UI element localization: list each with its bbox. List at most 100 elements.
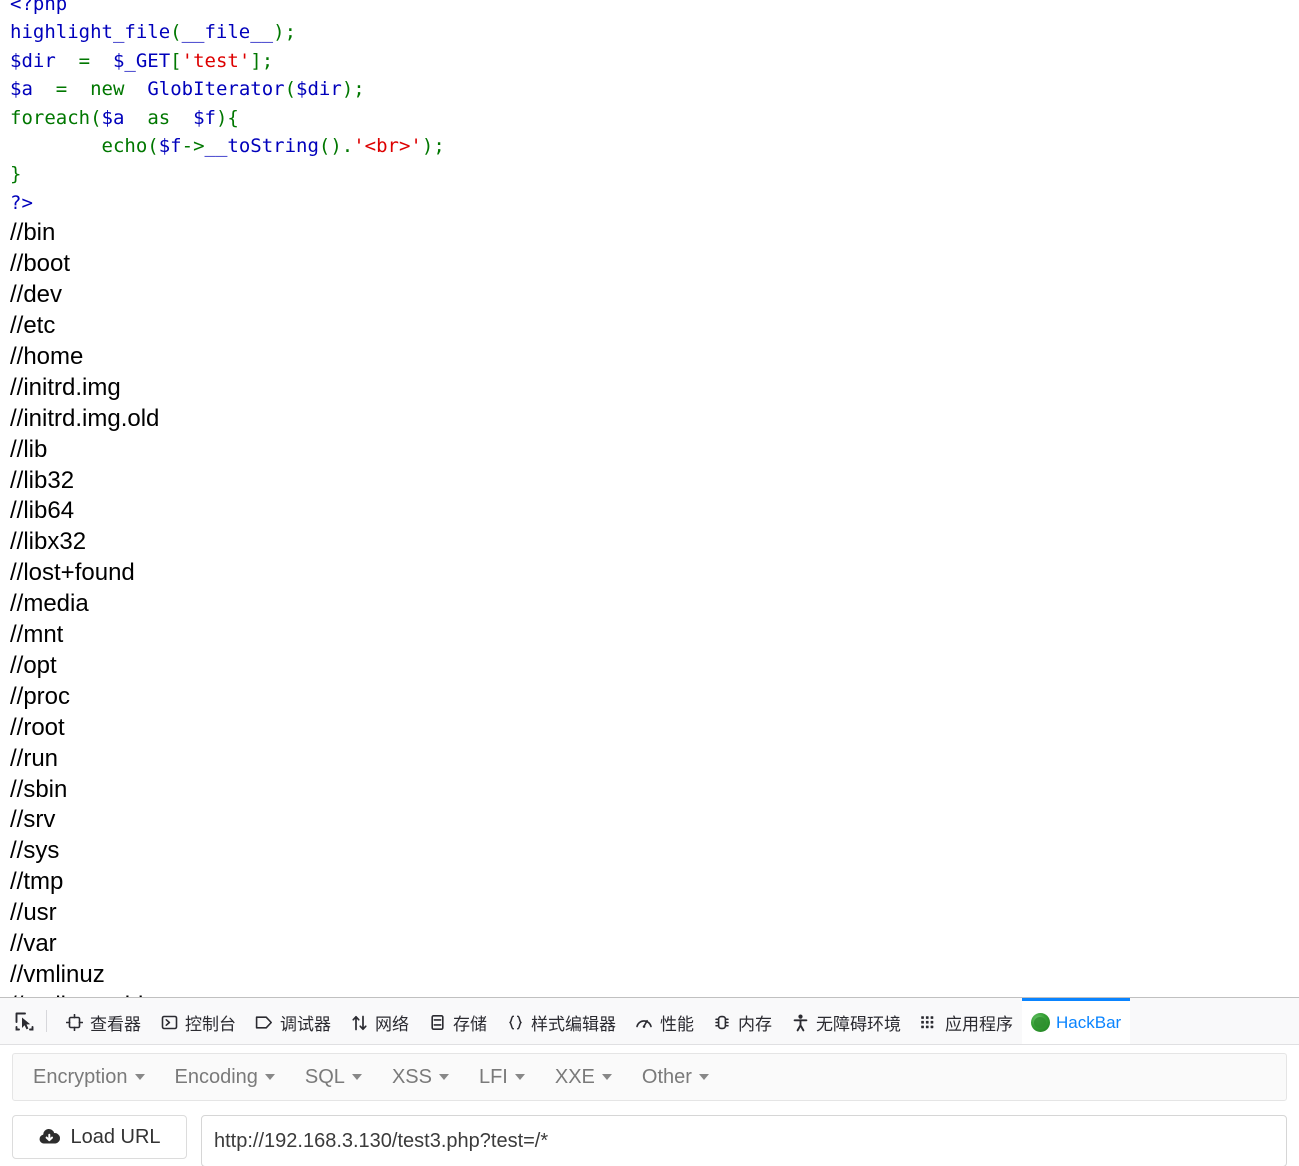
devtools-tab-network[interactable]: 网络	[340, 998, 418, 1044]
devtools-tab-bar: 查看器 控制台 调试器 网络 存储 样式编辑器 性能 内存 无障碍环境 应用程序…	[0, 998, 1299, 1045]
hackbar-menu-label: Encryption	[33, 1065, 128, 1088]
code-line: $dir = $_GET['test'];	[10, 50, 273, 72]
directory-entry: //proc	[10, 682, 71, 710]
chevron-down-icon	[438, 1074, 449, 1080]
directory-entry: //root	[10, 713, 65, 741]
directory-entry: //lib32	[10, 466, 75, 494]
devtools-tab-storage[interactable]: 存储	[418, 998, 496, 1044]
directory-entry: //boot	[10, 250, 71, 278]
devtools-tab-inspector[interactable]: 查看器	[55, 998, 150, 1044]
directory-entry: //tmp	[10, 868, 64, 896]
code-token: (	[284, 78, 297, 101]
directory-entry: //srv	[10, 806, 56, 834]
url-input[interactable]	[201, 1115, 1287, 1166]
hackbar-menu-xxe[interactable]: XXE	[555, 1066, 628, 1089]
code-line: ?>	[10, 192, 33, 214]
devtools-tab-label: 性能	[660, 1015, 694, 1034]
code-token: GlobIterator	[147, 78, 285, 101]
hackbar-menu-other[interactable]: Other	[642, 1066, 725, 1089]
code-token: (	[147, 135, 159, 158]
directory-entry: //initrd.img.old	[10, 404, 160, 432]
directory-entry: //var	[10, 930, 57, 958]
directory-entry: //usr	[10, 899, 57, 927]
directory-entry: //mnt	[10, 621, 64, 649]
load-url-label: Load URL	[70, 1125, 161, 1148]
code-line: echo($f->__toString().'<br>');	[10, 135, 445, 157]
hackbar-menu-lfi[interactable]: LFI	[479, 1066, 541, 1089]
code-token: ?>	[10, 191, 33, 214]
code-token: [	[170, 49, 182, 72]
hackbar-menu-xss[interactable]: XSS	[392, 1066, 465, 1089]
hackbar-panel: Encryption Encoding SQL XSS LFI XXE Othe…	[0, 1045, 1299, 1166]
directory-entry: //libx32	[10, 528, 87, 556]
hackbar-menu-sql[interactable]: SQL	[305, 1066, 378, 1089]
application-icon	[919, 1013, 939, 1033]
directory-entry: //lost+found	[10, 559, 135, 587]
code-token: =	[32, 78, 91, 101]
devtools-tab-label: 网络	[375, 1015, 409, 1034]
code-token: =	[55, 49, 113, 72]
directory-entry: //etc	[10, 311, 56, 339]
chevron-down-icon	[134, 1074, 145, 1080]
hackbar-menu-label: LFI	[478, 1065, 508, 1088]
element-picker-icon[interactable]	[6, 1003, 42, 1039]
code-token: $dir	[10, 49, 56, 72]
hackbar-menu-encoding[interactable]: Encoding	[175, 1066, 291, 1089]
devtools-tab-accessibility[interactable]: 无障碍环境	[781, 998, 910, 1044]
code-line: highlight_file(__file__);	[10, 21, 296, 43]
devtools-tab-style-editor[interactable]: 样式编辑器	[496, 998, 625, 1044]
directory-entry: //run	[10, 744, 59, 772]
devtools-tab-performance[interactable]: 性能	[625, 998, 703, 1044]
inspector-icon	[64, 1013, 84, 1033]
code-line: $a = new GlobIterator($dir);	[10, 78, 365, 100]
storage-icon	[427, 1013, 447, 1033]
code-token: <?php	[10, 0, 68, 15]
accessibility-icon	[790, 1013, 810, 1033]
hackbar-url-wrapper	[201, 1115, 1287, 1166]
code-token: as	[147, 106, 171, 129]
code-token: ->	[181, 135, 205, 158]
devtools-tab-label: 内存	[738, 1015, 772, 1034]
directory-entry: //lib	[10, 435, 48, 463]
code-token: __toString	[204, 135, 319, 158]
php-source-code: <?php highlight_file(__file__); $dir = $…	[0, 0, 1299, 217]
code-token: ().	[318, 135, 354, 158]
directory-entry: //home	[10, 342, 84, 370]
code-token: (	[170, 21, 182, 44]
devtools-tab-label: 控制台	[185, 1015, 236, 1034]
code-token: highlight_file	[10, 21, 171, 44]
devtools-tab-label: HackBar	[1056, 1012, 1122, 1032]
hackbar-menu-label: Encoding	[174, 1065, 258, 1088]
code-token: (	[90, 106, 102, 129]
devtools-tab-debugger[interactable]: 调试器	[245, 998, 340, 1044]
code-token: $f	[158, 135, 182, 158]
devtools-panel: 查看器 控制台 调试器 网络 存储 样式编辑器 性能 内存 无障碍环境 应用程序…	[0, 997, 1299, 1166]
browser-viewport: <?php highlight_file(__file__); $dir = $…	[0, 0, 1299, 997]
devtools-tab-hackbar[interactable]: HackBar	[1022, 998, 1131, 1044]
code-token: __file__	[181, 21, 274, 44]
code-token: '<br>'	[353, 135, 422, 158]
directory-entry: //initrd.img	[10, 373, 121, 401]
devtools-tab-label: 查看器	[90, 1015, 141, 1034]
hackbar-menu-bar: Encryption Encoding SQL XSS LFI XXE Othe…	[12, 1053, 1287, 1101]
devtools-tab-console[interactable]: 控制台	[150, 998, 245, 1044]
devtools-tab-memory[interactable]: 内存	[703, 998, 781, 1044]
chevron-down-icon	[264, 1074, 275, 1080]
network-icon	[349, 1013, 369, 1033]
chevron-down-icon	[601, 1074, 612, 1080]
debugger-icon	[254, 1013, 274, 1033]
code-token: new	[90, 78, 125, 101]
code-token: $a	[101, 106, 125, 129]
devtools-tab-label: 存储	[453, 1015, 487, 1034]
console-icon	[159, 1013, 179, 1033]
code-line: }	[10, 163, 21, 185]
directory-entry: //dev	[10, 281, 63, 309]
devtools-tab-application[interactable]: 应用程序	[910, 998, 1022, 1044]
cloud-download-icon	[38, 1128, 61, 1146]
hackbar-menu-encryption[interactable]: Encryption	[33, 1066, 161, 1089]
load-url-button[interactable]: Load URL	[12, 1115, 187, 1159]
